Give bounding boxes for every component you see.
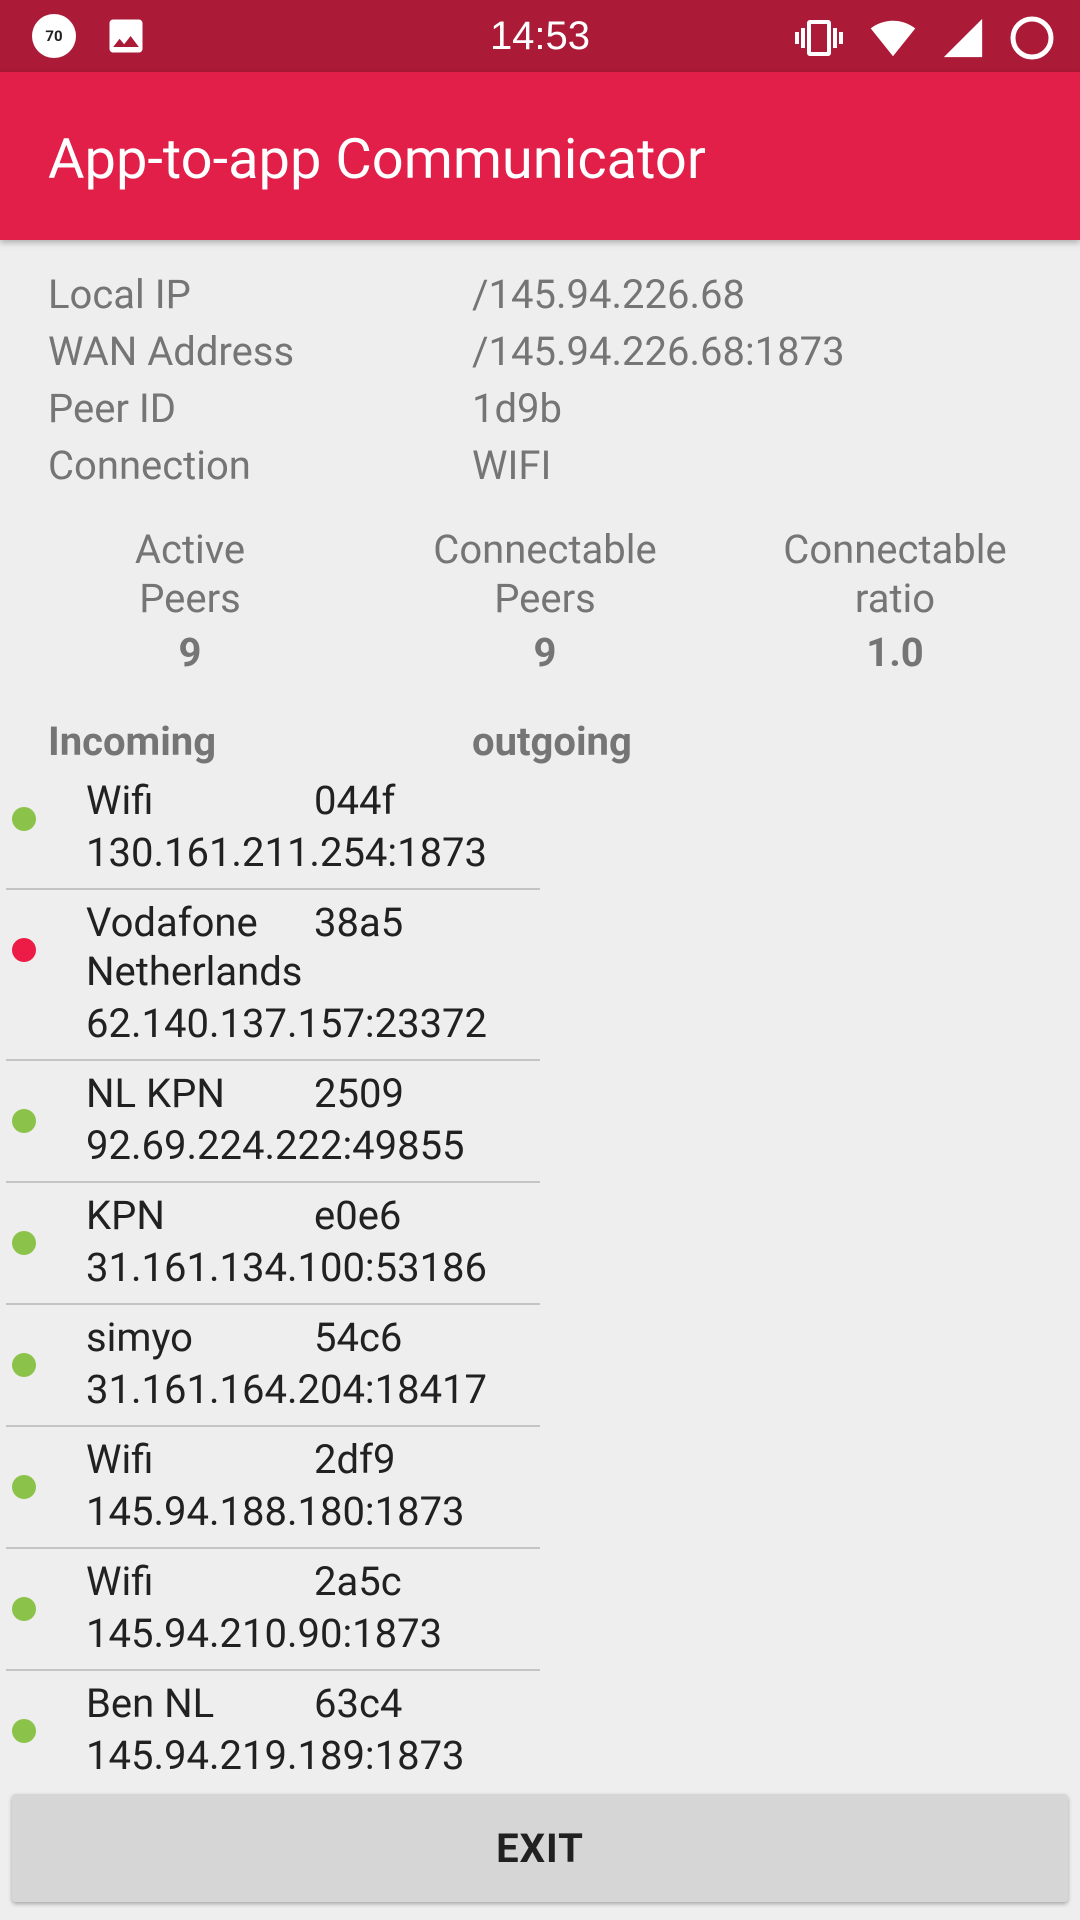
info-row-wan-address: WAN Address /145.94.226.68:1873 (48, 323, 1048, 380)
peer-list-item[interactable]: simyo 54c6 31.161.164.204:18417 (6, 1313, 540, 1427)
status-dot-icon (12, 1719, 36, 1743)
status-dot-icon (12, 1109, 36, 1133)
info-row-peer-id: Peer ID 1d9b (48, 380, 1048, 437)
peer-id: 2df9 (314, 1436, 396, 1483)
info-label: Connection (48, 442, 251, 489)
status-dot-icon (12, 938, 36, 962)
app-title: App-to-app Communicator (48, 126, 706, 192)
status-dot-icon (12, 1231, 36, 1255)
peer-id: 63c4 (314, 1680, 403, 1727)
stat-connectable-ratio: Connectable ratio 1.0 (715, 525, 1075, 683)
peer-id: 54c6 (314, 1314, 403, 1361)
stat-connectable-peers: Connectable Peers 9 (365, 525, 725, 683)
status-dot-icon (12, 1475, 36, 1499)
peer-name: Wifi (86, 777, 154, 824)
stat-label: Connectable (783, 526, 1007, 573)
peer-id: 2509 (314, 1070, 404, 1117)
stat-label: Peers (139, 575, 241, 622)
info-row-local-ip: Local IP /145.94.226.68 (48, 266, 1048, 323)
peer-id: e0e6 (314, 1192, 402, 1239)
wifi-icon (870, 20, 916, 57)
exit-button[interactable]: EXIT (12, 1794, 1068, 1902)
stat-label: Peers (494, 575, 596, 622)
incoming-header: Incoming (48, 718, 217, 765)
stat-active-peers: Active Peers 9 (10, 525, 370, 683)
info-value: WIFI (472, 442, 552, 489)
peer-name: Ben NL (86, 1680, 215, 1727)
peer-list-item[interactable]: KPN e0e6 31.161.134.100:53186 (6, 1191, 540, 1305)
peer-id: 2a5c (314, 1558, 402, 1605)
status-dot-icon (12, 1353, 36, 1377)
stat-label: ratio (854, 575, 936, 622)
peer-list-item[interactable]: NL KPN 2509 92.69.224.222:49855 (6, 1069, 540, 1183)
stat-label: Connectable (433, 526, 657, 573)
info-value: 1d9b (472, 385, 562, 432)
info-value: /145.94.226.68 (472, 271, 745, 318)
signal-icon (943, 18, 983, 58)
peer-list-item[interactable]: Vodafone 38a5 Netherlands 62.140.137.157:… (6, 898, 540, 1061)
peer-id: 38a5 (314, 899, 404, 946)
app-bar: App-to-app Communicator (0, 72, 1080, 240)
battery-icon (1010, 16, 1054, 60)
peer-name: NL KPN (86, 1070, 225, 1117)
peer-name-continued: Netherlands (86, 948, 303, 995)
status-bar: 70 14:53 (0, 0, 1080, 72)
peer-address: 92.69.224.222:49855 (86, 1122, 465, 1169)
status-dot-icon (12, 1597, 36, 1621)
incoming-peer-list[interactable]: Wifi 044f 130.161.211.254:1873 Vodafone 38… (6, 776, 540, 1799)
peer-name: Wifi (86, 1436, 154, 1483)
peer-list-item[interactable]: Ben NL 63c4 145.94.219.189:1873 (6, 1679, 540, 1791)
peer-name: KPN (86, 1192, 165, 1239)
peer-address: 145.94.210.90:1873 (86, 1610, 443, 1657)
peer-address: 145.94.188.180:1873 (86, 1488, 465, 1535)
info-label: Local IP (48, 271, 191, 318)
stat-value: 9 (533, 629, 557, 676)
info-value: /145.94.226.68:1873 (472, 328, 845, 375)
peer-list-item[interactable]: Wifi 044f 130.161.211.254:1873 (6, 776, 540, 890)
peer-name: Wifi (86, 1558, 154, 1605)
status-dot-icon (12, 807, 36, 831)
peer-address: 130.161.211.254:1873 (86, 829, 488, 876)
peer-address: 31.161.134.100:53186 (86, 1244, 488, 1291)
stat-value: 1.0 (866, 629, 924, 676)
connection-info: Local IP /145.94.226.68 WAN Address /145… (48, 266, 1048, 494)
peer-address: 145.94.219.189:1873 (86, 1732, 465, 1779)
stat-label: Active (134, 526, 246, 573)
stat-value: 9 (178, 629, 202, 676)
peer-id: 044f (314, 777, 396, 824)
outgoing-header: outgoing (472, 718, 632, 765)
peer-name: simyo (86, 1314, 193, 1361)
peer-list-item[interactable]: Wifi 2a5c 145.94.210.90:1873 (6, 1557, 540, 1671)
vibrate-icon (795, 20, 843, 56)
info-label: WAN Address (48, 328, 295, 375)
peer-address: 62.140.137.157:23372 (86, 1000, 488, 1047)
info-row-connection: Connection WIFI (48, 437, 1048, 494)
info-label: Peer ID (48, 385, 177, 432)
peer-list-item[interactable]: Wifi 2df9 145.94.188.180:1873 (6, 1435, 540, 1549)
peer-name: Vodafone (86, 899, 258, 946)
peer-address: 31.161.164.204:18417 (86, 1366, 488, 1413)
